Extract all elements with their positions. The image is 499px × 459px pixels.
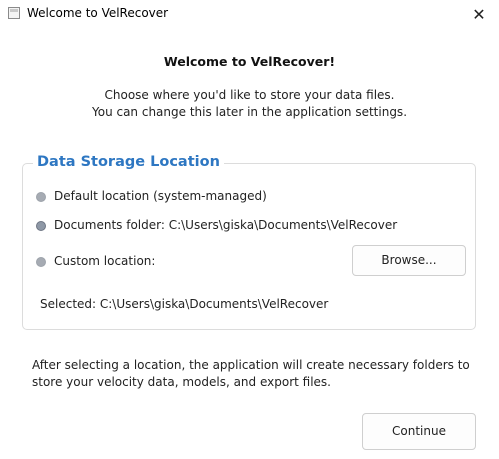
browse-button[interactable]: Browse... bbox=[352, 245, 466, 276]
title-bar: Welcome to VelRecover ✕ bbox=[0, 0, 499, 30]
label-default-location[interactable]: Default location (system-managed) bbox=[54, 189, 267, 203]
label-documents-folder[interactable]: Documents folder: C:\Users\giska\Documen… bbox=[54, 218, 397, 232]
selected-path-text: Selected: C:\Users\giska\Documents\VelRe… bbox=[40, 297, 329, 311]
close-button[interactable]: ✕ bbox=[459, 0, 499, 30]
continue-button[interactable]: Continue bbox=[362, 413, 476, 450]
radio-default-location[interactable] bbox=[36, 192, 46, 202]
intro-text-line-2: You can change this later in the applica… bbox=[91, 105, 408, 119]
data-storage-group-title: Data Storage Location bbox=[33, 154, 224, 170]
info-text-line-2: store your velocity data, models, and ex… bbox=[32, 375, 331, 389]
radio-custom-location[interactable] bbox=[36, 257, 46, 267]
intro-text-line-1: Choose where you'd like to store your da… bbox=[104, 88, 395, 102]
label-custom-location[interactable]: Custom location: bbox=[54, 254, 155, 268]
radio-documents-folder[interactable] bbox=[36, 221, 46, 231]
window-title: Welcome to VelRecover bbox=[27, 6, 169, 20]
welcome-heading: Welcome to VelRecover! bbox=[163, 54, 336, 69]
info-text-line-1: After selecting a location, the applicat… bbox=[32, 358, 470, 372]
app-window-icon bbox=[8, 7, 20, 19]
